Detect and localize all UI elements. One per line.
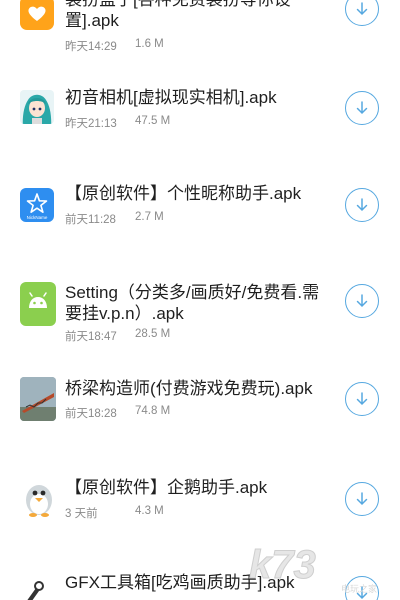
download-button[interactable] — [345, 188, 379, 222]
list-item[interactable]: 桥梁构造师(付费游戏免费玩).apk 前天18:28 74.8 M — [0, 362, 400, 462]
app-title: 初音相机[虚拟现实相机].apk — [65, 88, 277, 107]
app-title: GFX工具箱[吃鸡画质助手].apk — [65, 573, 295, 592]
app-title: 装扮盒子[各种免费装扮等你设置].apk — [65, 0, 291, 30]
download-arrow-icon — [356, 392, 368, 406]
download-button[interactable] — [345, 382, 379, 416]
download-arrow-icon — [356, 2, 368, 16]
bridge-game-icon — [20, 377, 56, 421]
gfx-tool-icon — [20, 578, 50, 600]
list-item[interactable]: 【原创软件】企鹅助手.apk 3 天前 4.3 M — [0, 462, 400, 562]
penguin-icon — [20, 478, 58, 518]
download-button[interactable] — [345, 482, 379, 516]
app-title: 【原创软件】企鹅助手.apk — [65, 478, 268, 497]
file-meta: 前天11:28 2.7 M — [65, 211, 164, 227]
file-time: 3 天前 — [65, 508, 98, 520]
app-title: Setting（分类多/画质好/免费看.需要挂v.p.n）.apk — [65, 283, 320, 323]
download-button[interactable] — [345, 284, 379, 318]
download-arrow-icon — [356, 586, 368, 600]
file-meta: 前天18:28 74.8 M — [65, 405, 170, 421]
file-meta: 昨天21:13 47.5 M — [65, 115, 170, 131]
file-time: 前天11:28 — [65, 214, 116, 226]
list-item[interactable]: 初音相机[虚拟现实相机].apk 昨天21:13 47.5 M — [0, 72, 400, 162]
file-meta: 前天18:47 28.5 M — [65, 328, 170, 344]
download-arrow-icon — [356, 492, 368, 506]
file-meta: 昨天14:29 1.6 M — [65, 38, 164, 54]
list-item[interactable]: 装扮盒子[各种免费装扮等你设置].apk 昨天14:29 1.6 M — [0, 0, 400, 72]
app-title: 【原创软件】个性昵称助手.apk — [65, 184, 302, 203]
download-arrow-icon — [356, 101, 368, 115]
list-item[interactable]: GFX工具箱[吃鸡画质助手].apk — [0, 562, 400, 600]
file-time: 昨天21:13 — [65, 118, 117, 130]
file-size: 4.3 M — [135, 505, 164, 517]
file-size: 28.5 M — [135, 328, 171, 340]
file-list: 装扮盒子[各种免费装扮等你设置].apk 昨天14:29 1.6 M 初音相机[… — [0, 0, 400, 600]
file-size: 1.6 M — [135, 38, 164, 50]
download-arrow-icon — [356, 198, 368, 212]
download-button[interactable] — [345, 576, 379, 600]
download-arrow-icon — [356, 294, 368, 308]
list-item[interactable]: Setting（分类多/画质好/免费看.需要挂v.p.n）.apk 前天18:4… — [0, 262, 400, 362]
nickname-star-icon: NickName — [20, 188, 54, 222]
icon-caption: NickName — [27, 215, 48, 220]
file-meta: 3 天前 4.3 M — [65, 505, 164, 521]
list-item[interactable]: NickName 【原创软件】个性昵称助手.apk 前天11:28 2.7 M — [0, 162, 400, 262]
heart-icon — [20, 0, 54, 30]
file-size: 47.5 M — [135, 115, 171, 127]
app-title: 桥梁构造师(付费游戏免费玩).apk — [65, 379, 313, 398]
file-time: 前天18:28 — [65, 408, 117, 420]
download-button[interactable] — [345, 0, 379, 26]
download-button[interactable] — [345, 91, 379, 125]
file-size: 74.8 M — [135, 405, 171, 417]
android-icon — [20, 282, 56, 326]
file-time: 昨天14:29 — [65, 41, 117, 53]
hatsune-avatar-icon — [20, 90, 54, 124]
file-time: 前天18:47 — [65, 331, 117, 343]
file-size: 2.7 M — [135, 211, 164, 223]
